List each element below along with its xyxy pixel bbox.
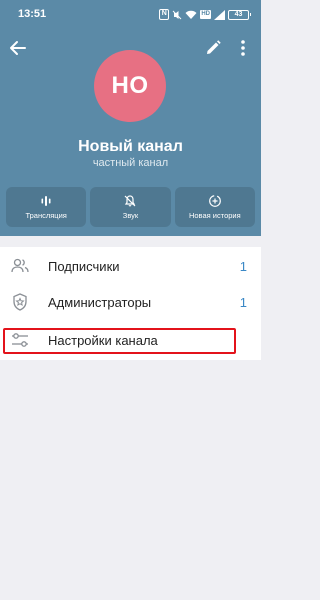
mute-icon (172, 10, 182, 19)
status-icons: N HD 43 (159, 9, 251, 20)
status-time: 13:51 (18, 8, 47, 20)
list-item-administrators[interactable]: Администраторы 1 (0, 283, 261, 321)
new-story-button[interactable]: Новая история (174, 187, 255, 227)
status-bar: 13:51 N HD 43 (0, 0, 261, 30)
administrators-label: Администраторы (48, 294, 152, 310)
more-vertical-icon[interactable] (231, 36, 255, 60)
list-item-subscribers[interactable]: Подписчики 1 (0, 247, 261, 285)
edit-pencil-icon[interactable] (201, 36, 225, 60)
administrators-count: 1 (239, 294, 247, 310)
channel-header: 13:51 N HD 43 НО Новый канал частный кан… (0, 0, 261, 236)
battery-icon: 43 (228, 9, 251, 20)
sound-button[interactable]: Звук (90, 187, 171, 227)
wifi-icon (185, 10, 197, 19)
nfc-icon: N (159, 9, 170, 20)
back-arrow-icon[interactable] (6, 36, 30, 60)
channel-avatar[interactable]: НО (94, 50, 166, 122)
new-story-label: Новая история (188, 211, 241, 220)
sound-label: Звук (122, 211, 139, 220)
broadcast-button[interactable]: Трансляция (6, 187, 87, 227)
broadcast-icon (41, 196, 51, 206)
highlight-box (3, 328, 236, 354)
new-story-icon (208, 195, 221, 207)
bell-off-icon (125, 195, 136, 207)
signal-icon (214, 9, 225, 20)
broadcast-label: Трансляция (25, 211, 67, 220)
channel-subtitle: частный канал (92, 157, 169, 169)
channel-title: Новый канал (78, 138, 183, 155)
shield-star-icon (13, 293, 27, 311)
network-badge: HD (200, 10, 211, 19)
action-bar: Трансляция Звук Новая история (6, 187, 255, 227)
subscribers-label: Подписчики (48, 258, 120, 274)
users-icon (11, 258, 29, 273)
subscribers-count: 1 (239, 258, 247, 274)
